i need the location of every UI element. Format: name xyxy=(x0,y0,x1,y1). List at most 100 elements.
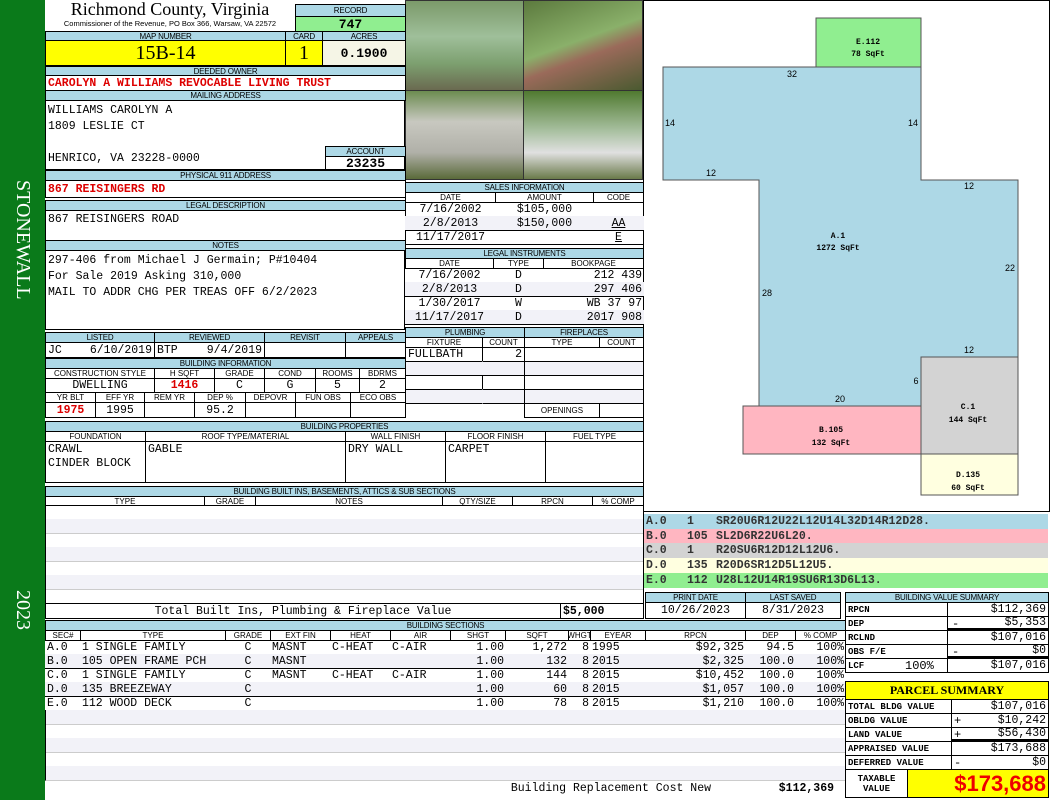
building-builtins: BUILDING BUILT INS, BASEMENTS, ATTICS & … xyxy=(45,486,644,619)
table-cell xyxy=(330,654,391,669)
table-cell: 7/16/2002 xyxy=(405,202,496,217)
table-cell: 1,272 xyxy=(505,640,569,655)
account-box: ACCOUNT 23235 xyxy=(325,146,406,171)
table-cell: 1 SINGLE FAMILY xyxy=(80,640,226,655)
table-cell xyxy=(405,403,525,418)
table-cell: 100.0 xyxy=(745,654,796,669)
table-cell: FULLBATH xyxy=(405,347,483,362)
table-cell: $1,057 xyxy=(645,682,746,697)
table-row: PRINT DATE LAST SAVED xyxy=(645,592,841,603)
dimension-label: 20 xyxy=(835,394,845,404)
table-cell xyxy=(45,738,846,753)
sketch-code-code: 112 xyxy=(687,573,708,587)
table-row: BUILDING INFORMATION xyxy=(45,358,406,369)
sketch-code-row: A.0 1 SR20U6R12U22L12U14L32D14R12D28. xyxy=(643,514,1048,529)
table-row: PHYSICAL 911 ADDRESS xyxy=(45,170,406,181)
table-cell: APPRAISED VALUE xyxy=(845,741,952,756)
value-summary-row: LCF $107,016 xyxy=(845,658,1049,673)
parcel-summary-title: PARCEL SUMMARY xyxy=(845,681,1049,700)
table-cell: 144 xyxy=(505,668,569,683)
area-sqft: 60 SqFt xyxy=(951,484,985,493)
value-summary-row: DEP $5,353 xyxy=(845,616,1049,631)
map-number: 15B-14 xyxy=(45,40,286,66)
table-row: 867 REISINGERS RD xyxy=(45,180,406,198)
property-photo-side xyxy=(523,0,643,91)
dimension-label: 6 xyxy=(913,376,918,386)
table-cell: MASNT xyxy=(270,640,331,655)
table-cell: 1.00 xyxy=(450,682,506,697)
table-cell xyxy=(524,375,644,390)
taxable-label: TAXABLE VALUE xyxy=(845,769,908,798)
record-box: RECORD 747 xyxy=(295,4,406,32)
table-cell: 1995 xyxy=(95,402,145,418)
parcel-summary-row: OBLDG VALUE $10,242 xyxy=(845,713,1049,728)
table-cell xyxy=(45,724,846,739)
table-cell: WB 37 97 xyxy=(543,296,644,311)
sketch-code-path: R20D6SR12D5L12U5. xyxy=(716,559,834,573)
last-saved-date: 8/31/2023 xyxy=(745,602,841,619)
sign: + xyxy=(954,728,962,742)
instrument-row: 7/16/2002 D 212 439 xyxy=(405,268,644,283)
sale-row: 2/8/2013 $150,000 AA xyxy=(405,216,644,231)
owner-name: CAROLYN A WILLIAMS REVOCABLE LIVING TRUS… xyxy=(45,75,406,91)
table-cell: $5,353 xyxy=(947,616,1049,631)
sketch-code-sec: D.0 xyxy=(646,559,667,573)
table-cell: C xyxy=(214,378,265,393)
table-cell: C xyxy=(225,654,271,669)
table-row: ACCOUNT xyxy=(325,146,406,157)
dimension-label: 14 xyxy=(908,118,918,128)
record-number: 747 xyxy=(295,16,406,32)
table-cell: 112 WOOD DECK xyxy=(80,696,226,711)
builtin-row xyxy=(45,505,644,520)
table-cell: $173,688 xyxy=(951,741,1049,756)
value-summary-row: RCLND $107,016 xyxy=(845,630,1049,645)
rcn-row: Building Replacement Cost New $112,369 xyxy=(45,780,845,795)
table-cell: DEFERRED VALUE xyxy=(845,755,952,770)
building-sketch: E.112 78 SqFt A.1 1272 SqFt B.105 132 Sq… xyxy=(643,0,1050,512)
table-cell: $0 xyxy=(951,755,1049,770)
table-row: TYPE GRADE NOTES QTY/SIZE RPCN% COMP xyxy=(45,496,644,506)
section-row: C.0 1 SINGLE FAMILY C MASNT C-HEAT C-AIR 1.00 1… xyxy=(45,668,846,683)
table-cell xyxy=(45,710,846,725)
dimension-label: 12 xyxy=(964,181,974,191)
building-sections: BUILDING SECTIONS SEC# TYPE GRADE EXT FIN HEA… xyxy=(45,620,846,795)
sketch-code-code: 135 xyxy=(687,559,708,573)
table-cell: 11/17/2017 xyxy=(405,310,494,325)
table-row: MAP NUMBER CARD ACRES xyxy=(45,31,406,41)
section-row-empty xyxy=(45,710,846,725)
rcn-value: $112,369 xyxy=(778,781,834,795)
table-cell: 2015 xyxy=(590,654,646,669)
table-cell: 297 406 xyxy=(543,282,644,297)
table-cell: G xyxy=(264,378,316,393)
district-sidebar: STONEWALL 2023 xyxy=(0,0,45,800)
builtins-total-value: $5,000 xyxy=(560,603,644,619)
table-cell xyxy=(245,402,296,418)
table-cell: D xyxy=(493,310,544,325)
legal-instruments: LEGAL INSTRUMENTS DATE TYPE BOOKPAGE 7/16/20… xyxy=(405,248,644,325)
table-cell: 8 xyxy=(568,682,591,697)
dimension-label: 22 xyxy=(1005,263,1015,273)
table-cell: 11/17/2017 xyxy=(405,230,496,245)
table-cell: AA xyxy=(593,216,644,231)
table-row: FOUNDATION ROOF TYPE/MATERIAL WALL FINISH F… xyxy=(45,431,644,442)
sketch-code-path: SL2D6R22U6L20. xyxy=(716,529,813,543)
table-cell xyxy=(593,202,644,217)
table-cell: 135 BREEZEWAY xyxy=(80,682,226,697)
county-title: Richmond County, Virginia xyxy=(70,0,270,19)
table-cell: $2,325 xyxy=(645,654,746,669)
table-cell xyxy=(144,402,195,418)
table-cell: E.0 xyxy=(45,696,81,711)
table-cell: $107,016 xyxy=(947,630,1049,645)
table-row: CAROLYN A WILLIAMS REVOCABLE LIVING TRUS… xyxy=(45,75,406,91)
parcel-summary-row: LAND VALUE $56,430 xyxy=(845,727,1049,742)
note-line: MAIL TO ADDR CHG PER TREAS OFF 6/2/2023 xyxy=(48,286,318,299)
table-cell: LAND VALUE xyxy=(845,727,952,742)
table-row: PLUMBING FIREPLACES xyxy=(405,327,644,338)
table-cell: 100.0 xyxy=(745,668,796,683)
table-row: JC 6/10/2019 BTP 9/4/2019 xyxy=(45,342,406,358)
table-cell: 8 xyxy=(568,696,591,711)
table-cell: B.0 xyxy=(45,654,81,669)
table-cell: DEP xyxy=(845,616,948,631)
sketch-code-code: 1 xyxy=(687,544,694,558)
table-cell: 105 OPEN FRAME PCH xyxy=(80,654,226,669)
